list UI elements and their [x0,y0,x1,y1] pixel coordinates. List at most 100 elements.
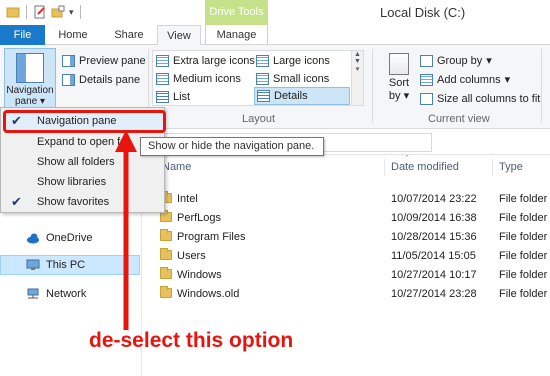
column-divider[interactable] [492,159,493,176]
file-type: File folder [499,193,548,205]
table-row[interactable]: PerfLogs 10/09/2014 16:38 File folder [142,209,550,228]
layout-large-icons[interactable]: Large icons [256,53,330,69]
ribbon-tabs: File Home Share View Manage [0,25,550,46]
cloud-icon [26,232,40,244]
tooltip: Show or hide the navigation pane. [140,137,324,156]
menu-item-show-libraries[interactable]: Show libraries [3,172,163,192]
sort-by-label-line2: by ▾ [388,90,410,102]
small-icons-icon [256,73,269,85]
large-icons-icon [256,55,269,67]
toolbar-divider [26,5,27,19]
tab-share[interactable]: Share [104,25,154,45]
column-headers: ⌃ Name Date modified Type [142,155,550,179]
table-row[interactable]: Program Files 10/28/2014 15:36 File fold… [142,228,550,247]
tab-manage[interactable]: Manage [205,25,268,45]
layout-item-label: Medium icons [173,73,241,85]
window-title: Local Disk (C:) [380,5,466,20]
preview-pane-label: Preview pane [79,54,146,67]
quick-access-toolbar: ▾ [6,5,83,19]
folder-icon [160,229,172,241]
file-name: Program Files [177,231,246,243]
column-header-date-modified[interactable]: Date modified [391,161,459,173]
table-row[interactable]: Users 11/05/2014 15:05 File folder [142,247,550,266]
tab-home[interactable]: Home [48,25,98,45]
group-by-icon [420,54,433,67]
folder-icon [160,267,172,279]
add-columns-icon [420,73,433,86]
layout-list[interactable]: List [156,89,190,105]
contextual-tab-group-label: Drive Tools [205,0,268,25]
preview-pane-button[interactable]: Preview pane [62,52,146,69]
properties-icon[interactable] [33,5,47,19]
title-bar: ▾ Drive Tools Local Disk (C:) [0,0,550,25]
table-row[interactable]: Intel 10/07/2014 23:22 File folder [142,190,550,209]
tab-view[interactable]: View [157,25,201,46]
file-date: 10/07/2014 23:22 [391,193,477,205]
column-header-type[interactable]: Type [499,161,523,173]
network-icon [26,288,40,300]
app-folder-icon [6,5,20,19]
column-divider[interactable] [384,159,385,176]
file-type: File folder [499,288,548,300]
menu-item-show-favorites[interactable]: ✔ Show favorites [3,192,163,212]
layout-small-icons[interactable]: Small icons [256,71,329,87]
annotation-text: de-select this option [89,329,294,352]
table-row[interactable]: Windows.old 10/27/2014 23:28 File folder [142,285,550,304]
menu-item-label: Expand to open fo [37,136,127,148]
navigation-pane-label-line2: pane ▾ [14,96,46,107]
menu-item-label: Show favorites [37,196,110,208]
navigation-pane-label: Navigation [6,85,54,96]
layout-item-label: Details [274,90,308,102]
size-all-columns-button[interactable]: Size all columns to fit [420,90,540,107]
layout-item-label: Small icons [273,73,330,85]
current-view-group-label: Current view [428,113,490,125]
layout-medium-icons[interactable]: Medium icons [156,71,241,87]
tab-file[interactable]: File [0,25,45,45]
menu-item-expand-to-open-folder[interactable]: Expand to open fo [3,132,163,152]
menu-item-show-all-folders[interactable]: Show all folders [3,152,163,172]
details-pane-button[interactable]: Details pane [62,71,140,88]
details-icon [257,90,270,102]
menu-item-label: Show libraries [37,176,107,188]
preview-pane-icon [62,54,75,67]
chevron-down-icon: ▾ [486,55,492,67]
file-type: File folder [499,250,548,262]
menu-item-label: Show all folders [37,156,115,168]
file-date: 10/27/2014 23:28 [391,288,477,300]
layout-item-label: Extra large icons [173,55,255,67]
sort-by-button[interactable]: Sort by ▾ [384,53,414,102]
nav-item-network[interactable]: Network [0,284,140,304]
nav-item-onedrive[interactable]: OneDrive [0,228,140,248]
file-date: 11/05/2014 15:05 [391,250,476,262]
customize-toolbar-chevron-icon[interactable]: ▾ [69,7,74,18]
nav-item-this-pc[interactable]: This PC [0,255,140,275]
group-by-label: Group by [437,54,483,67]
group-by-button[interactable]: Group by ▾ [420,52,492,69]
details-pane-label: Details pane [79,73,141,86]
file-name: PerfLogs [177,212,222,224]
chevron-down-icon: ▾ [504,74,511,86]
folder-icon [160,248,172,260]
add-columns-label: Add columns [437,73,501,86]
folder-icon [160,286,172,298]
navigation-pane-button[interactable]: Navigation pane ▾ [4,48,56,110]
file-name: Users [177,250,206,262]
size-all-columns-label: Size all columns to fit [437,92,541,105]
column-header-name[interactable]: Name [162,161,191,173]
layout-gallery-scrollbar[interactable]: ▲ ▼ ▾ [351,51,363,105]
size-columns-icon [420,92,433,105]
medium-icons-icon [156,73,169,85]
nav-item-label: This PC [46,259,86,271]
new-folder-icon[interactable] [51,5,65,19]
file-type: File folder [499,212,548,224]
layout-details[interactable]: Details [254,87,350,105]
toolbar-divider [79,5,81,19]
table-row[interactable]: Windows 10/27/2014 10:17 File folder [142,266,550,285]
file-type: File folder [499,269,548,281]
file-name: Windows [177,269,222,281]
navigation-pane-icon [16,53,44,83]
layout-extra-large-icons[interactable]: Extra large icons [156,53,255,69]
highlight-box [3,110,166,133]
add-columns-button[interactable]: Add columns ▾ [420,71,510,88]
layout-item-label: List [173,91,191,103]
